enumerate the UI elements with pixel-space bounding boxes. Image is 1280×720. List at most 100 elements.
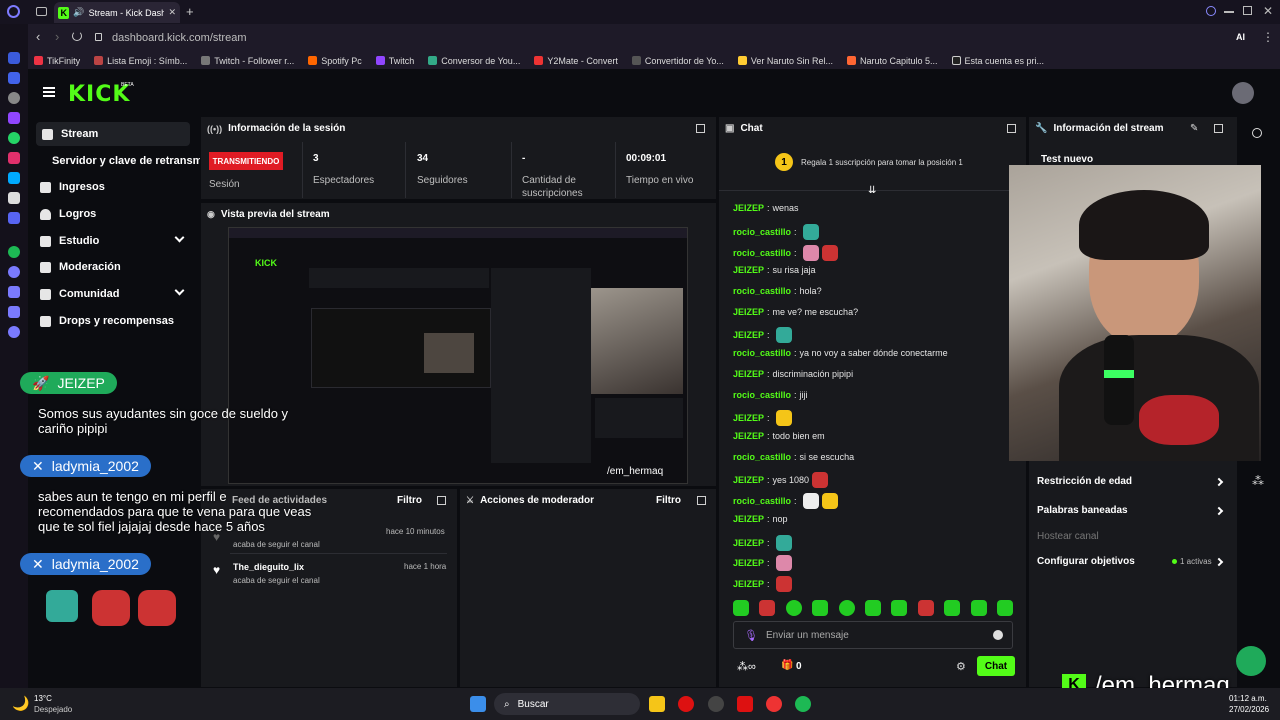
goals-row[interactable]: Configurar objetivos (1037, 556, 1135, 567)
emote-icon[interactable] (838, 600, 855, 616)
points-icon[interactable]: ⁂∞ (737, 660, 756, 673)
emote-icon[interactable] (944, 600, 961, 616)
chat-username[interactable]: JEIZEP (733, 431, 764, 441)
sidebar-item-ingresos[interactable]: Ingresos (40, 175, 105, 199)
chat-username[interactable]: JEIZEP (733, 369, 764, 379)
bookmark-tikfinity[interactable]: TikFinity (34, 56, 80, 66)
sidebar-item-estudio[interactable]: Estudio (40, 229, 190, 253)
age-restriction-row[interactable]: Restricción de edad (1037, 476, 1132, 487)
chat-username[interactable]: JEIZEP (733, 265, 764, 275)
extensions-icon[interactable] (8, 306, 20, 318)
help-icon[interactable] (1236, 646, 1266, 676)
weather-temp[interactable]: 13°C (34, 694, 52, 703)
bookmark-twitch[interactable]: Twitch (375, 56, 414, 66)
taskbar-search[interactable]: ⌕ Buscar (494, 693, 640, 715)
emote-icon[interactable] (891, 600, 908, 616)
chat-settings-icon[interactable]: ⚙ (956, 660, 966, 673)
microphone-icon[interactable]: 🎙 (744, 629, 758, 642)
bookmark-twitch-follower[interactable]: Twitch - Follower r... (201, 56, 294, 66)
ai-label[interactable]: AI (1236, 32, 1245, 42)
chat-username[interactable]: JEIZEP (733, 307, 764, 317)
chat-username[interactable]: JEIZEP (733, 558, 764, 568)
telegram-icon[interactable] (8, 172, 20, 184)
active-tab[interactable]: K 🔊 Stream - Kick Dashboa ✕ (54, 2, 180, 23)
settings-icon[interactable] (8, 326, 20, 338)
new-tab-icon[interactable]: + (186, 4, 194, 19)
forward-icon[interactable]: › (55, 29, 59, 44)
chat-username[interactable]: JEIZEP (733, 579, 764, 589)
close-window-icon[interactable]: ✕ (1263, 4, 1273, 18)
chat-username[interactable]: rocio_castillo (733, 390, 791, 400)
chat-input[interactable]: 🎙 Enviar un mensaje (733, 621, 1013, 649)
bookmark-tiktok[interactable]: Esta cuenta es pri... (951, 56, 1044, 66)
file-explorer-icon[interactable] (649, 696, 665, 712)
menu-icon[interactable]: ⋮ (1262, 30, 1274, 44)
bookmark-emoji[interactable]: Lista Emoji : Símb... (94, 56, 187, 66)
expand-icon[interactable] (696, 124, 705, 133)
back-icon[interactable]: ‹ (36, 29, 40, 44)
emoji-icon[interactable] (993, 630, 1003, 640)
mod-tools-icon[interactable]: ⁂ (1252, 474, 1264, 488)
emote-icon[interactable] (785, 600, 802, 616)
emote-icon[interactable] (759, 600, 776, 616)
tiktok-live-icon[interactable] (737, 696, 753, 712)
activity-filter-button[interactable]: Filtro (397, 495, 422, 506)
download-icon[interactable] (8, 286, 20, 298)
emote-icon[interactable] (864, 600, 881, 616)
reload-icon[interactable] (72, 31, 82, 41)
host-channel-row[interactable]: Hostear canal (1037, 531, 1099, 542)
sidebar-item-stream[interactable]: Stream (36, 122, 190, 146)
emote-icon[interactable] (733, 600, 749, 616)
chat-username[interactable]: rocio_castillo (733, 227, 791, 237)
expand-icon[interactable] (1214, 124, 1223, 133)
spotify-icon[interactable] (795, 696, 811, 712)
bookmark-convertidor[interactable]: Convertidor de Yo... (631, 56, 724, 66)
clock-time[interactable]: 01:12 a.m. (1229, 694, 1267, 703)
sidebar-item-logros[interactable]: Logros (40, 202, 96, 226)
stream-preview-video[interactable]: KICK /em_hermaq (228, 227, 688, 484)
sub-promo-text[interactable]: Regala 1 suscripción para tomar la posic… (801, 158, 963, 167)
hamburger-menu-icon[interactable] (43, 87, 55, 97)
bookmark-conversor[interactable]: Conversor de You... (428, 56, 520, 66)
chat-username[interactable]: rocio_castillo (733, 248, 791, 258)
chat-username[interactable]: JEIZEP (733, 538, 764, 548)
chat-username[interactable]: rocio_castillo (733, 452, 791, 462)
chatgpt-icon[interactable] (8, 92, 20, 104)
expand-icon[interactable] (437, 496, 446, 505)
bookmark-naruto-sin-rel[interactable]: Ver Naruto Sin Rel... (737, 56, 833, 66)
search-icon[interactable] (1206, 6, 1216, 16)
sidebar-item-drops[interactable]: Drops y recompensas (40, 309, 174, 333)
whatsapp-icon[interactable] (8, 132, 20, 144)
chat-username[interactable]: JEIZEP (733, 203, 764, 213)
windows-start-icon[interactable] (470, 696, 486, 712)
chat-username[interactable]: rocio_castillo (733, 286, 791, 296)
app-icon[interactable] (766, 696, 782, 712)
bookmark-y2mate[interactable]: Y2Mate - Convert (534, 56, 618, 66)
edit-icon[interactable]: ✎ (1190, 123, 1198, 134)
chat-username[interactable]: rocio_castillo (733, 496, 791, 506)
user-avatar[interactable] (1232, 82, 1254, 104)
bookmark-spotify[interactable]: Spotify Pc (308, 56, 362, 66)
music-icon[interactable] (8, 246, 20, 258)
bookmark-naruto-capitulo[interactable]: Naruto Capitulo 5... (846, 56, 938, 66)
info-icon[interactable] (1252, 128, 1262, 138)
send-chat-button[interactable]: Chat (977, 656, 1015, 676)
close-tab-icon[interactable]: ✕ (168, 7, 176, 18)
obs-icon[interactable] (708, 696, 724, 712)
emote-icon[interactable] (812, 600, 829, 616)
tabs-icon[interactable] (36, 7, 47, 16)
chat-username[interactable]: rocio_castillo (733, 348, 791, 358)
opera-gx-icon[interactable] (678, 696, 694, 712)
opera-logo-icon[interactable] (7, 5, 20, 18)
minimize-icon[interactable] (1224, 11, 1234, 13)
expand-icon[interactable] (1007, 124, 1016, 133)
sidebar-item-servidor[interactable]: Servidor y clave de retransm (52, 149, 200, 173)
discord-icon[interactable] (8, 212, 20, 224)
sidebar-item-moderacion[interactable]: Moderación (40, 255, 121, 279)
aria-icon[interactable] (8, 72, 20, 84)
chat-username[interactable]: JEIZEP (733, 475, 764, 485)
maximize-icon[interactable] (1243, 6, 1252, 15)
sidebar-item-comunidad[interactable]: Comunidad (40, 282, 190, 306)
banned-words-row[interactable]: Palabras baneadas (1037, 505, 1128, 516)
url-field[interactable]: dashboard.kick.com/stream (112, 29, 247, 47)
